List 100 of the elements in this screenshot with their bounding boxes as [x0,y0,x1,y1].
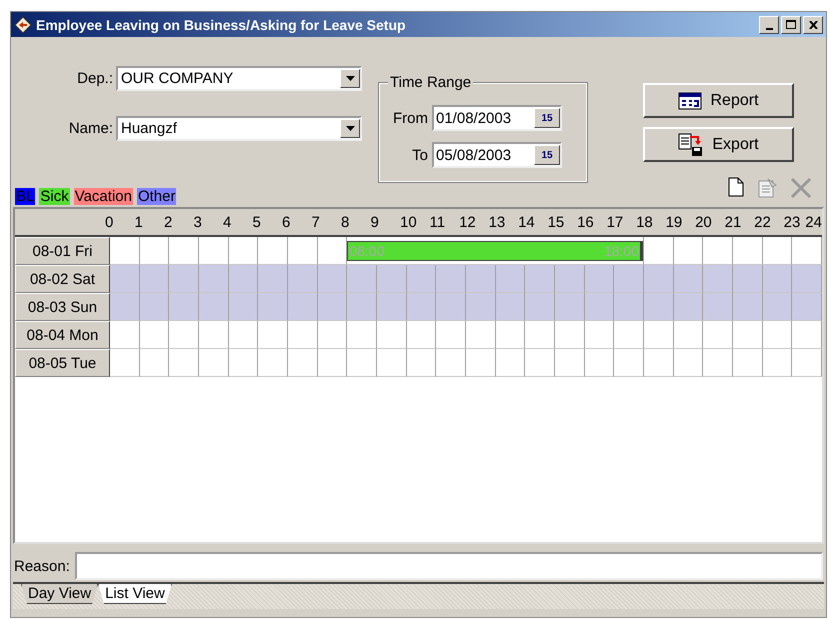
hour-cell[interactable] [258,265,288,293]
hour-cell[interactable] [198,321,229,349]
hour-cell[interactable] [436,293,466,321]
hour-cell[interactable] [762,321,792,349]
hour-cell[interactable] [614,293,644,321]
hour-cell[interactable] [554,349,585,377]
hour-cell[interactable] [318,321,348,349]
hour-cell[interactable] [228,265,258,293]
hour-cell[interactable] [614,265,644,293]
calendar-button[interactable]: 15 [534,145,560,165]
hour-cell[interactable] [140,321,170,349]
department-dropdown[interactable]: OUR COMPANY [116,66,362,91]
hour-cell[interactable] [318,293,348,321]
hour-cell[interactable] [496,293,526,321]
hour-cell[interactable] [703,265,733,293]
hour-cell[interactable] [732,265,763,293]
reason-field[interactable] [74,552,823,580]
hour-cell[interactable] [674,321,704,349]
hour-cell[interactable] [496,349,526,377]
hour-cell[interactable] [258,293,288,321]
hour-cell[interactable] [584,321,614,349]
hour-cell[interactable] [406,293,436,321]
hour-cell[interactable] [288,321,318,349]
hour-cell[interactable] [466,265,496,293]
close-button[interactable] [803,16,823,34]
new-document-icon[interactable] [728,177,744,197]
hour-cell[interactable] [466,321,496,349]
hour-cell[interactable] [318,265,348,293]
hour-cell[interactable] [347,265,377,293]
hour-cell[interactable] [318,349,348,377]
hour-cell[interactable] [466,293,496,321]
hour-cell[interactable] [169,349,199,377]
hour-cell[interactable] [703,321,733,349]
hour-cell[interactable] [347,349,377,377]
to-date-field[interactable]: 05/08/2003 15 [432,142,562,168]
hour-cell[interactable] [228,293,258,321]
hour-cell[interactable] [496,321,526,349]
hour-cell[interactable] [169,265,199,293]
hour-cell[interactable] [792,293,822,321]
export-button[interactable]: Export [643,127,794,162]
dropdown-button[interactable] [340,69,360,88]
hour-cell[interactable] [406,265,436,293]
name-dropdown[interactable]: Huangzf [116,116,362,141]
hour-cell[interactable] [554,293,585,321]
hour-cell[interactable] [140,293,170,321]
hour-cell[interactable] [258,349,288,377]
hour-cell[interactable] [288,349,318,377]
hour-cell[interactable] [525,349,555,377]
hour-cell[interactable] [703,349,733,377]
hour-cell[interactable] [792,349,822,377]
hour-cell[interactable] [674,265,704,293]
hour-cell[interactable] [376,293,407,321]
hour-cell[interactable] [674,349,704,377]
hour-cell[interactable] [792,265,822,293]
hour-cell[interactable] [258,321,288,349]
hour-cell[interactable] [169,293,199,321]
hour-cell[interactable] [347,293,377,321]
hour-cell[interactable] [644,349,674,377]
view-tab[interactable]: List View [98,584,172,604]
hour-cell[interactable] [436,265,466,293]
hour-cell[interactable] [436,349,466,377]
from-date-field[interactable]: 01/08/2003 15 [432,105,562,131]
hour-cell[interactable] [614,349,644,377]
hour-cell[interactable] [436,321,466,349]
hour-cell[interactable] [525,265,555,293]
minimize-button[interactable] [759,16,779,34]
hour-cell[interactable] [376,321,407,349]
hour-cell[interactable] [644,293,674,321]
hour-cell[interactable] [496,265,526,293]
hour-cell[interactable] [406,321,436,349]
hour-cell[interactable] [198,265,229,293]
hour-cell[interactable] [110,293,140,321]
hour-cell[interactable] [466,349,496,377]
calendar-button[interactable]: 15 [534,108,560,128]
hour-cell[interactable] [406,349,436,377]
hour-cell[interactable] [792,321,822,349]
hour-cell[interactable] [674,293,704,321]
hour-cell[interactable] [376,349,407,377]
maximize-button[interactable] [781,16,801,34]
hour-cell[interactable] [228,349,258,377]
hour-cell[interactable] [288,265,318,293]
hour-cell[interactable] [347,321,377,349]
hour-cell[interactable] [110,265,140,293]
hour-cell[interactable] [228,321,258,349]
hour-cell[interactable] [644,321,674,349]
hour-cell[interactable] [584,349,614,377]
hour-cell[interactable] [140,349,170,377]
hour-cell[interactable] [614,321,644,349]
hour-cell[interactable] [140,265,170,293]
hour-cell[interactable] [732,349,763,377]
hour-cell[interactable] [198,293,229,321]
hour-cell[interactable] [198,349,229,377]
hour-cell[interactable] [762,349,792,377]
view-tab[interactable]: Day View [21,584,98,604]
report-button[interactable]: Report [643,83,794,118]
hour-cell[interactable] [288,293,318,321]
hour-cell[interactable] [732,293,763,321]
hour-cell[interactable] [762,265,792,293]
dropdown-button[interactable] [340,119,360,138]
hour-cell[interactable] [110,349,140,377]
